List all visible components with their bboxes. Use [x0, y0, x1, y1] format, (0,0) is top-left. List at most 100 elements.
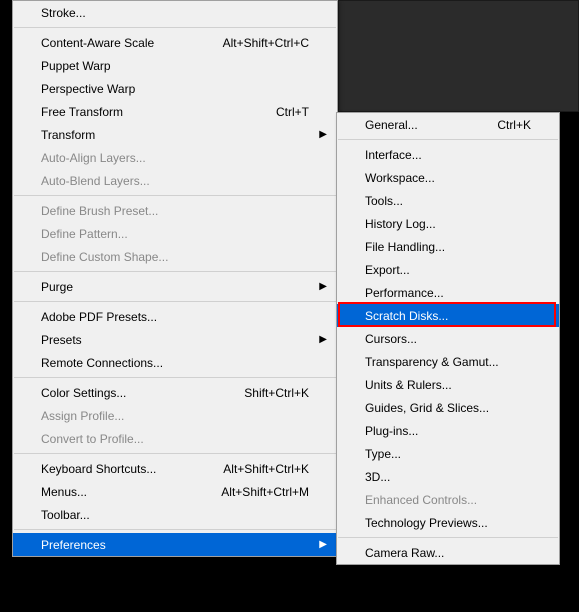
right_menu-item-file-handling[interactable]: File Handling... — [337, 235, 559, 258]
right_menu-item-technology-previews[interactable]: Technology Previews... — [337, 511, 559, 534]
left_menu-item-free-transform[interactable]: Free Transform Ctrl+T — [13, 100, 337, 123]
right_menu-separator — [338, 537, 558, 538]
left_menu-item-auto-align-layers: Auto-Align Layers... — [13, 146, 337, 169]
left_menu-separator — [14, 453, 336, 454]
right_menu-item-workspace[interactable]: Workspace... — [337, 166, 559, 189]
left_menu-separator — [14, 301, 336, 302]
menu-item-shortcut: Alt+Shift+Ctrl+K — [223, 462, 309, 476]
menu-item-label: Tools... — [365, 194, 531, 208]
left_menu-item-menus[interactable]: Menus...Alt+Shift+Ctrl+M — [13, 480, 337, 503]
right_menu-item-general[interactable]: General... Ctrl+K — [337, 113, 559, 136]
menu-item-label: General... — [365, 118, 485, 132]
menu-item-label: Cursors... — [365, 332, 531, 346]
menu-item-label: Keyboard Shortcuts... — [41, 462, 211, 476]
left_menu-item-assign-profile: Assign Profile... — [13, 404, 337, 427]
menu-item-shortcut: Alt+Shift+Ctrl+C — [223, 36, 309, 50]
right_menu-item-units-rulers[interactable]: Units & Rulers... — [337, 373, 559, 396]
left_menu-item-transform[interactable]: Transform ▶ — [13, 123, 337, 146]
menu-item-label: History Log... — [365, 217, 531, 231]
menu-item-label: Puppet Warp — [41, 59, 309, 73]
menu-item-label: 3D... — [365, 470, 531, 484]
menu-item-shortcut: Ctrl+T — [276, 105, 309, 119]
right_menu-item-interface[interactable]: Interface... — [337, 143, 559, 166]
menu-item-shortcut: Alt+Shift+Ctrl+M — [221, 485, 309, 499]
right_menu-item-type[interactable]: Type... — [337, 442, 559, 465]
left_menu-item-presets[interactable]: Presets ▶ — [13, 328, 337, 351]
menu-item-label: Units & Rulers... — [365, 378, 531, 392]
menu-item-label: Scratch Disks... — [365, 309, 531, 323]
left_menu-item-define-pattern: Define Pattern... — [13, 222, 337, 245]
menu-item-label: Camera Raw... — [365, 546, 531, 560]
menu-item-label: Define Custom Shape... — [41, 250, 309, 264]
menu-item-label: Free Transform — [41, 105, 264, 119]
submenu-arrow-icon: ▶ — [319, 539, 327, 550]
menu-item-label: Convert to Profile... — [41, 432, 309, 446]
menu-item-label: Auto-Blend Layers... — [41, 174, 309, 188]
menu-item-label: Performance... — [365, 286, 531, 300]
left_menu-item-stroke[interactable]: Stroke... — [13, 1, 337, 24]
left_menu-item-preferences[interactable]: Preferences ▶ — [13, 533, 337, 556]
right_menu-item-history-log[interactable]: History Log... — [337, 212, 559, 235]
submenu-arrow-icon: ▶ — [319, 334, 327, 345]
submenu-arrow-icon: ▶ — [319, 129, 327, 140]
left_menu-separator — [14, 271, 336, 272]
menu-item-label: Adobe PDF Presets... — [41, 310, 309, 324]
right_menu-item-performance[interactable]: Performance... — [337, 281, 559, 304]
right_menu-item-guides-grid-slices[interactable]: Guides, Grid & Slices... — [337, 396, 559, 419]
menu-item-label: Guides, Grid & Slices... — [365, 401, 531, 415]
left_menu-item-define-custom-shape: Define Custom Shape... — [13, 245, 337, 268]
left_menu-item-puppet-warp[interactable]: Puppet Warp — [13, 54, 337, 77]
right_menu-item-export[interactable]: Export... — [337, 258, 559, 281]
menu-item-label: Transform — [41, 128, 309, 142]
edit-menu: Stroke... Content-Aware Scale Alt+Shift+Ct… — [12, 0, 338, 557]
left_menu-separator — [14, 377, 336, 378]
menu-item-label: Perspective Warp — [41, 82, 309, 96]
right_menu-item-transparency-gamut[interactable]: Transparency & Gamut... — [337, 350, 559, 373]
preferences-submenu: General... Ctrl+K Interface... Workspace...… — [336, 112, 560, 565]
left_menu-item-color-settings[interactable]: Color Settings... Shift+Ctrl+K — [13, 381, 337, 404]
menu-item-label: Technology Previews... — [365, 516, 531, 530]
left_menu-item-define-brush-preset: Define Brush Preset... — [13, 199, 337, 222]
left_menu-item-convert-to-profile: Convert to Profile... — [13, 427, 337, 450]
submenu-arrow-icon: ▶ — [319, 281, 327, 292]
right_menu-item-scratch-disks[interactable]: Scratch Disks... — [337, 304, 559, 327]
menu-item-label: Interface... — [365, 148, 531, 162]
menu-item-label: Purge — [41, 280, 309, 294]
menu-item-shortcut: Ctrl+K — [497, 118, 531, 132]
right_menu-item-tools[interactable]: Tools... — [337, 189, 559, 212]
menu-item-label: Content-Aware Scale — [41, 36, 211, 50]
right_menu-item-enhanced-controls: Enhanced Controls... — [337, 488, 559, 511]
menu-item-label: Plug-ins... — [365, 424, 531, 438]
left_menu-item-keyboard-shortcuts[interactable]: Keyboard Shortcuts... Alt+Shift+Ctrl+K — [13, 457, 337, 480]
left_menu-separator — [14, 195, 336, 196]
menu-item-label: Presets — [41, 333, 309, 347]
menu-item-label: Export... — [365, 263, 531, 277]
left_menu-item-toolbar[interactable]: Toolbar... — [13, 503, 337, 526]
app-panel — [338, 0, 579, 112]
left_menu-item-adobe-pdf-presets[interactable]: Adobe PDF Presets... — [13, 305, 337, 328]
left_menu-separator — [14, 529, 336, 530]
menu-item-label: Preferences — [41, 538, 309, 552]
menu-item-label: Remote Connections... — [41, 356, 309, 370]
menu-item-label: Define Pattern... — [41, 227, 309, 241]
right_menu-item-3d[interactable]: 3D... — [337, 465, 559, 488]
menu-item-label: Stroke... — [41, 6, 309, 20]
menu-item-label: Toolbar... — [41, 508, 309, 522]
left_menu-item-purge[interactable]: Purge ▶ — [13, 275, 337, 298]
menu-item-label: Workspace... — [365, 171, 531, 185]
menu-item-shortcut: Shift+Ctrl+K — [244, 386, 309, 400]
menu-item-label: Transparency & Gamut... — [365, 355, 531, 369]
right_menu-item-camera-raw[interactable]: Camera Raw... — [337, 541, 559, 564]
menu-item-label: Type... — [365, 447, 531, 461]
left_menu-item-auto-blend-layers: Auto-Blend Layers... — [13, 169, 337, 192]
menu-item-label: Assign Profile... — [41, 409, 309, 423]
left_menu-item-perspective-warp[interactable]: Perspective Warp — [13, 77, 337, 100]
menu-item-label: Auto-Align Layers... — [41, 151, 309, 165]
right_menu-item-cursors[interactable]: Cursors... — [337, 327, 559, 350]
left_menu-item-content-aware-scale[interactable]: Content-Aware Scale Alt+Shift+Ctrl+C — [13, 31, 337, 54]
right_menu-item-plug-ins[interactable]: Plug-ins... — [337, 419, 559, 442]
menu-item-label: Define Brush Preset... — [41, 204, 309, 218]
left_menu-separator — [14, 27, 336, 28]
left_menu-item-remote-connections[interactable]: Remote Connections... — [13, 351, 337, 374]
menu-item-label: Color Settings... — [41, 386, 232, 400]
